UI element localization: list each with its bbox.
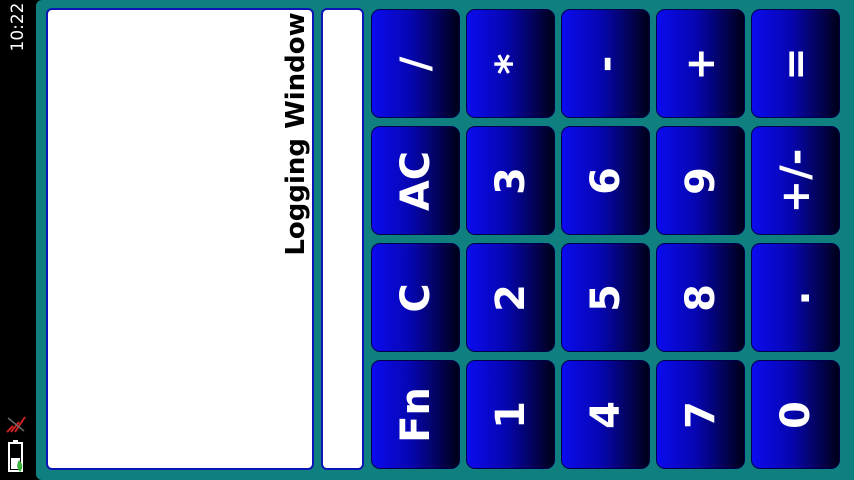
- divide-button[interactable]: /: [371, 9, 460, 118]
- function-label: Fn: [392, 386, 439, 443]
- clear-button[interactable]: C: [371, 243, 460, 352]
- multiply-button[interactable]: *: [466, 9, 555, 118]
- all-clear-label: AC: [392, 150, 439, 211]
- digit-5-button[interactable]: 5: [561, 243, 650, 352]
- status-bar: 10:22: [0, 0, 36, 480]
- digit-6-label: 6: [582, 166, 629, 195]
- negate-button[interactable]: +/-: [751, 126, 840, 235]
- signal-icon: [6, 416, 26, 433]
- equals-label: =: [772, 46, 819, 81]
- digit-2-button[interactable]: 2: [466, 243, 555, 352]
- divide-label: /: [392, 56, 439, 71]
- battery-icon: [8, 440, 23, 472]
- negate-label: +/-: [772, 148, 819, 213]
- add-label: +: [677, 46, 724, 81]
- decimal-label: .: [772, 289, 819, 306]
- digit-4-button[interactable]: 4: [561, 360, 650, 469]
- multiply-label: *: [487, 53, 534, 74]
- clock: 10:22: [8, 2, 28, 52]
- digit-1-label: 1: [487, 400, 534, 429]
- all-clear-button[interactable]: AC: [371, 126, 460, 235]
- equals-button[interactable]: =: [751, 9, 840, 118]
- decimal-button[interactable]: .: [751, 243, 840, 352]
- logging-window: Logging Window: [46, 8, 314, 470]
- digit-9-label: 9: [677, 166, 724, 195]
- clear-label: C: [392, 282, 439, 313]
- digit-7-label: 7: [677, 400, 724, 429]
- digit-6-button[interactable]: 6: [561, 126, 650, 235]
- digit-8-button[interactable]: 8: [656, 243, 745, 352]
- subtract-button[interactable]: -: [561, 9, 650, 118]
- digit-8-label: 8: [677, 283, 724, 312]
- subtract-label: -: [582, 55, 629, 72]
- digit-7-button[interactable]: 7: [656, 360, 745, 469]
- add-button[interactable]: +: [656, 9, 745, 118]
- digit-2-label: 2: [487, 283, 534, 312]
- digit-3-button[interactable]: 3: [466, 126, 555, 235]
- calculator-app: Logging Window / * - + = AC 3 6 9 +/- C …: [36, 0, 854, 480]
- digit-5-label: 5: [582, 283, 629, 312]
- digit-9-button[interactable]: 9: [656, 126, 745, 235]
- digit-0-label: 0: [772, 400, 819, 429]
- digit-4-label: 4: [582, 400, 629, 429]
- digit-1-button[interactable]: 1: [466, 360, 555, 469]
- digit-3-label: 3: [487, 166, 534, 195]
- digit-0-button[interactable]: 0: [751, 360, 840, 469]
- calculator-display: [321, 8, 364, 470]
- function-button[interactable]: Fn: [371, 360, 460, 469]
- logging-window-title: Logging Window: [281, 12, 311, 256]
